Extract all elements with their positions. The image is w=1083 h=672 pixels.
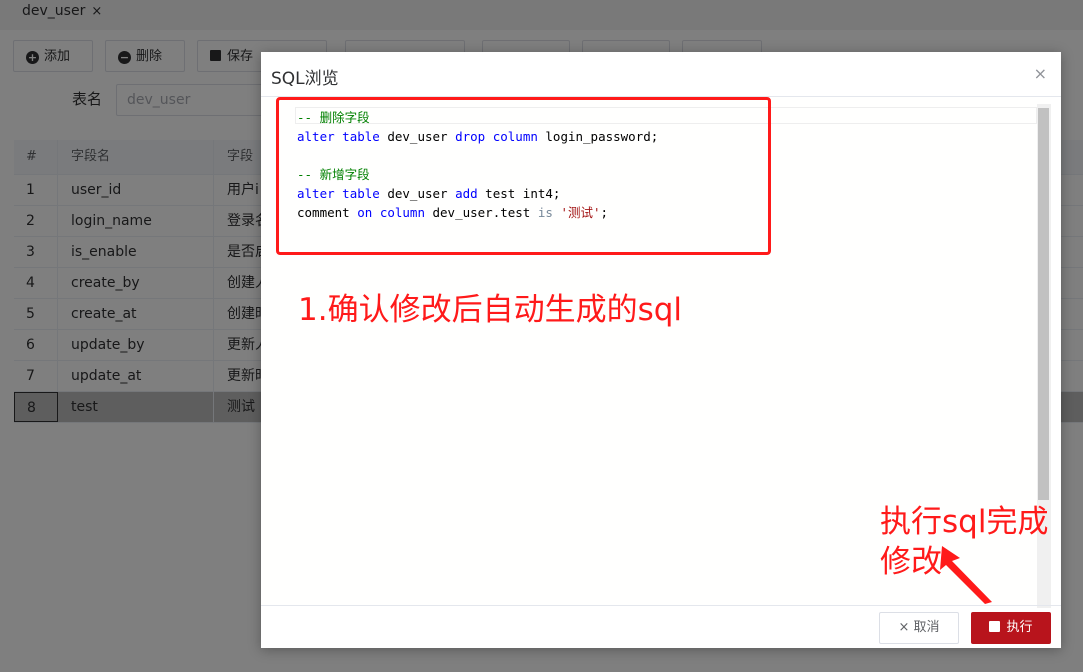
annotation-note-sql: 1.确认修改后自动生成的sql: [298, 292, 683, 328]
execute-label: 执行: [1006, 620, 1033, 635]
close-icon[interactable]: ×: [1034, 64, 1047, 83]
execute-button[interactable]: 执行: [971, 612, 1051, 644]
close-icon: ×: [898, 620, 914, 635]
annotation-highlight-box: [276, 97, 771, 255]
editor-scrollbar-thumb[interactable]: [1038, 108, 1049, 500]
dialog-title: SQL浏览: [271, 69, 339, 89]
cancel-button[interactable]: × 取消: [879, 612, 959, 644]
annotation-arrow-icon: [940, 546, 992, 604]
annotation-note-execute-line1: 执行sql完成: [880, 504, 1049, 540]
save-icon: [989, 621, 1001, 632]
cancel-label: 取消: [913, 620, 940, 635]
